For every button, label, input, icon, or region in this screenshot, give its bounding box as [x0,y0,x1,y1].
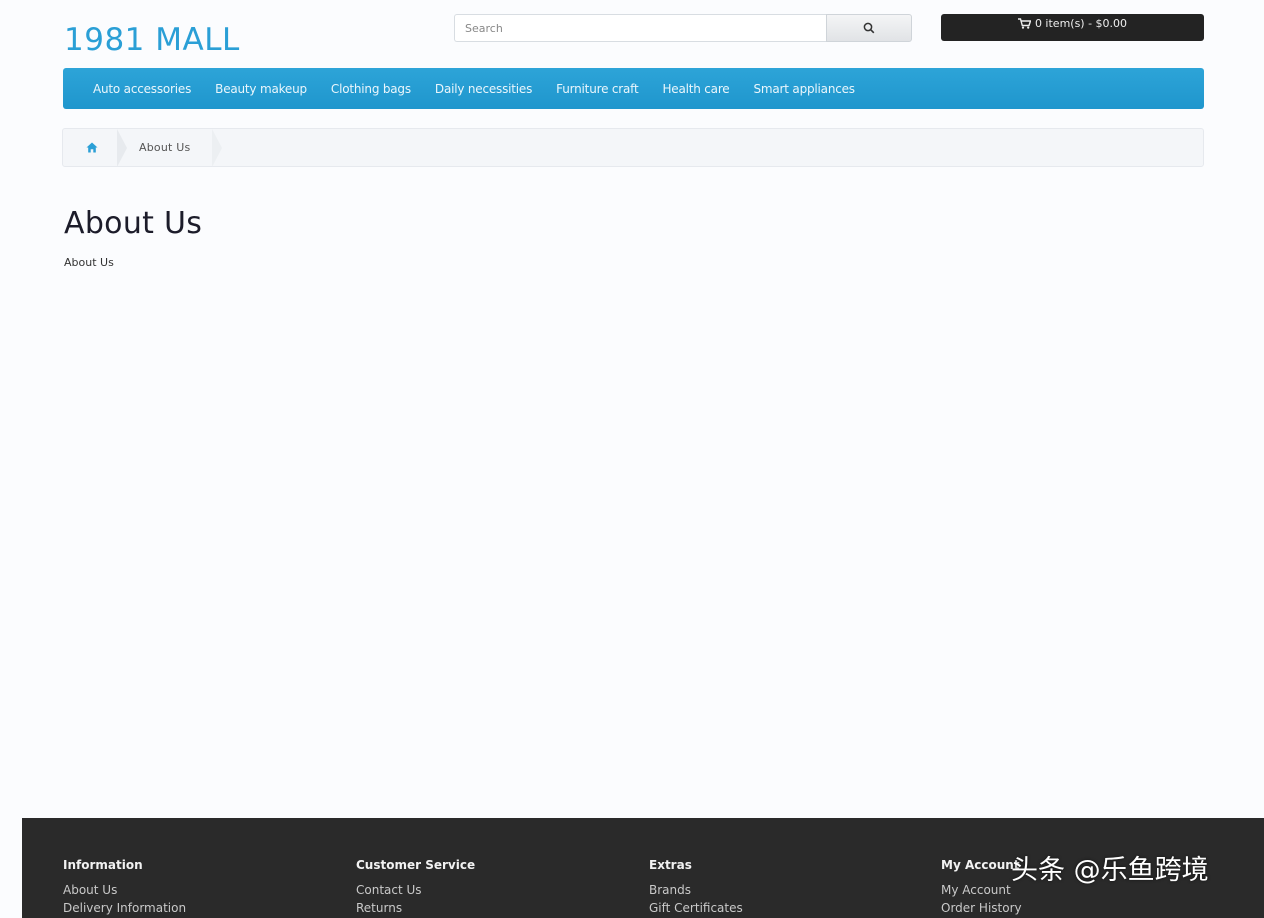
footer-heading: Extras [649,858,692,872]
footer-link[interactable]: Gift Certificates [649,899,743,917]
search-bar [454,14,912,42]
footer-link[interactable]: Order History [941,899,1022,917]
footer-link[interactable]: Delivery Information [63,899,186,917]
page-body-text: About Us [64,256,114,269]
footer-link[interactable]: Contact Us [356,881,475,899]
footer-link[interactable]: Brands [649,881,743,899]
page-title: About Us [64,206,203,241]
category-menu: Auto accessories Beauty makeup Clothing … [63,68,1204,109]
footer-column-my-account: My Account My Account Order History [941,858,1022,917]
footer-link[interactable]: About Us [63,881,186,899]
breadcrumb-current[interactable]: About Us [139,141,190,154]
page: 1981 MALL 0 item(s) - $0.00 Auto accesso… [0,0,1264,918]
site-logo[interactable]: 1981 MALL [64,22,240,58]
search-button[interactable] [826,14,912,42]
menu-item-smart-appliances[interactable]: Smart appliances [742,82,867,96]
cart-summary: 0 item(s) - $0.00 [1034,17,1128,30]
footer-column-extras: Extras Brands Gift Certificates [649,858,743,917]
footer-link[interactable]: Returns [356,899,475,917]
footer-link[interactable]: My Account [941,881,1022,899]
footer-heading: Information [63,858,143,872]
footer-heading: My Account [941,858,1020,872]
breadcrumb: About Us [62,128,1204,167]
menu-item-clothing-bags[interactable]: Clothing bags [319,82,423,96]
footer-heading: Customer Service [356,858,476,872]
breadcrumb-home[interactable] [63,129,121,166]
menu-item-furniture-craft[interactable]: Furniture craft [544,82,650,96]
breadcrumb-separator [212,128,223,167]
menu-item-auto-accessories[interactable]: Auto accessories [81,82,203,96]
menu-item-daily-necessities[interactable]: Daily necessities [423,82,544,96]
menu-item-beauty-makeup[interactable]: Beauty makeup [203,82,319,96]
cart-button[interactable]: 0 item(s) - $0.00 [941,14,1204,41]
footer-column-information: Information About Us Delivery Informatio… [63,858,186,917]
home-icon [86,142,98,153]
footer-column-customer-service: Customer Service Contact Us Returns [356,858,475,917]
search-icon [863,22,875,34]
footer: Information About Us Delivery Informatio… [22,818,1264,918]
search-input[interactable] [454,14,826,42]
menu-item-health-care[interactable]: Health care [650,82,741,96]
cart-icon [1017,18,1031,29]
